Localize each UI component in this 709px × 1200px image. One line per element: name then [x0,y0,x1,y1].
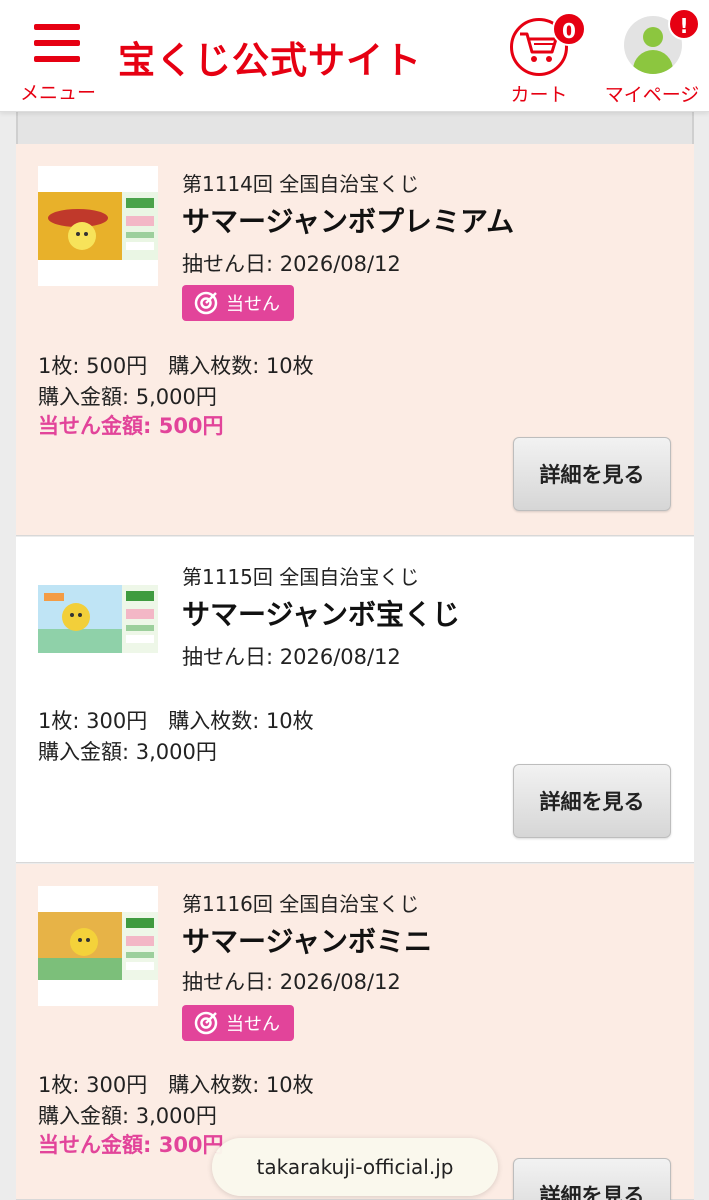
mypage-alert-badge: ! [668,8,700,40]
previous-card-remnant [16,112,694,144]
draw-date: 抽せん日: 2026/08/12 [182,645,401,669]
lot-round: 第1116回 全国自治宝くじ [182,892,420,916]
lottery-purchase-history-page: メニュー 宝くじ公式サイト 0 カート ! マイページ 第1114回 全国自治宝… [0,0,709,1200]
site-header: メニュー 宝くじ公式サイト 0 カート ! マイページ [0,0,709,112]
lot-card: 第1115回 全国自治宝くじ サマージャンボ宝くじ 抽せん日: 2026/08/… [16,537,694,863]
target-icon [194,291,218,315]
price-line: 1枚: 500円 購入枚数: 10枚 [38,354,314,378]
detail-button[interactable]: 詳細を見る [513,1158,671,1200]
ticket-thumbnail-icon [38,585,158,653]
draw-date: 抽せん日: 2026/08/12 [182,252,401,276]
lot-round: 第1114回 全国自治宝くじ [182,172,420,196]
ticket-image [38,166,158,286]
price-line: 1枚: 300円 購入枚数: 10枚 [38,709,314,733]
amount-line: 購入金額: 3,000円 [38,740,217,764]
prize-line: 当せん金額: 300円 [38,1133,224,1157]
cart-button[interactable]: 0 カート [504,12,586,106]
prize-line: 当せん金額: 500円 [38,414,224,438]
detail-button[interactable]: 詳細を見る [513,437,671,511]
lot-card: 第1114回 全国自治宝くじ サマージャンボプレミアム 抽せん日: 2026/0… [16,144,694,536]
amount-line: 購入金額: 5,000円 [38,385,217,409]
hamburger-icon [34,24,80,62]
ticket-thumbnail-icon [38,192,158,260]
detail-button[interactable]: 詳細を見る [513,764,671,838]
lot-round: 第1115回 全国自治宝くじ [182,565,420,589]
ticket-thumbnail-icon [38,912,158,980]
price-line: 1枚: 300円 購入枚数: 10枚 [38,1073,314,1097]
mypage-label: マイページ [604,84,700,106]
win-badge-label: 当せん [226,294,280,315]
menu-button[interactable]: メニュー [20,22,97,104]
cart-count-badge: 0 [552,12,586,46]
draw-date: 抽せん日: 2026/08/12 [182,970,401,994]
win-badge-label: 当せん [226,1014,280,1035]
amount-line: 購入金額: 3,000円 [38,1104,217,1128]
mypage-button[interactable]: ! マイページ [604,8,700,106]
ticket-image [38,886,158,1006]
cart-label: カート [510,84,568,106]
lot-name: サマージャンボミニ [182,925,433,958]
menu-label: メニュー [20,82,97,104]
ticket-image [38,559,158,679]
target-icon [194,1011,218,1035]
lot-name: サマージャンボ宝くじ [182,598,461,631]
site-logo[interactable]: 宝くじ公式サイト [118,30,422,84]
win-badge: 当せん [182,285,294,321]
browser-url-bar[interactable]: takarakuji-official.jp [212,1138,498,1196]
lot-name: サマージャンボプレミアム [182,205,515,238]
win-badge: 当せん [182,1005,294,1041]
